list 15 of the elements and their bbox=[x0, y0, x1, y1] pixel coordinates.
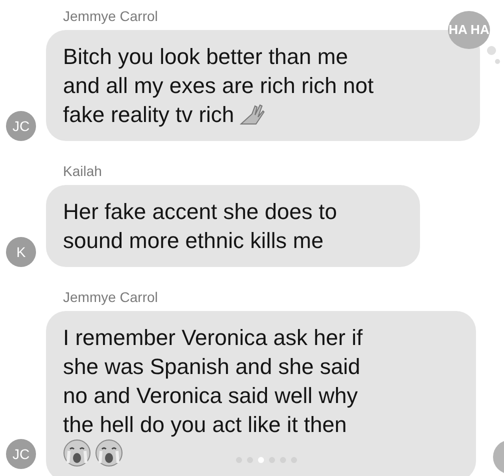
avatar[interactable]: JC bbox=[6, 111, 36, 141]
hand-icon bbox=[238, 102, 266, 128]
crying-emoji-icon bbox=[95, 439, 123, 467]
haha-reaction[interactable]: HA HA bbox=[448, 11, 490, 49]
sender-name: Jemmye Carrol bbox=[63, 289, 158, 305]
message-text: fake reality tv rich bbox=[63, 101, 234, 129]
reaction-tail-dot bbox=[487, 46, 496, 55]
crying-emoji-icon bbox=[63, 439, 91, 467]
message-text: Her fake accent she does to sound more ethnic kills me bbox=[63, 198, 337, 255]
avatar[interactable]: JC bbox=[6, 439, 36, 469]
message-text: I remember Veronica ask her if she was Spanish and she said no and Veronica said well why the hell do you act like it then bbox=[63, 324, 363, 439]
sender-name: Jemmye Carrol bbox=[63, 8, 158, 24]
reaction-tail-dot bbox=[495, 59, 500, 64]
avatar[interactable]: K bbox=[6, 237, 36, 267]
sender-name: Kailah bbox=[63, 163, 102, 179]
